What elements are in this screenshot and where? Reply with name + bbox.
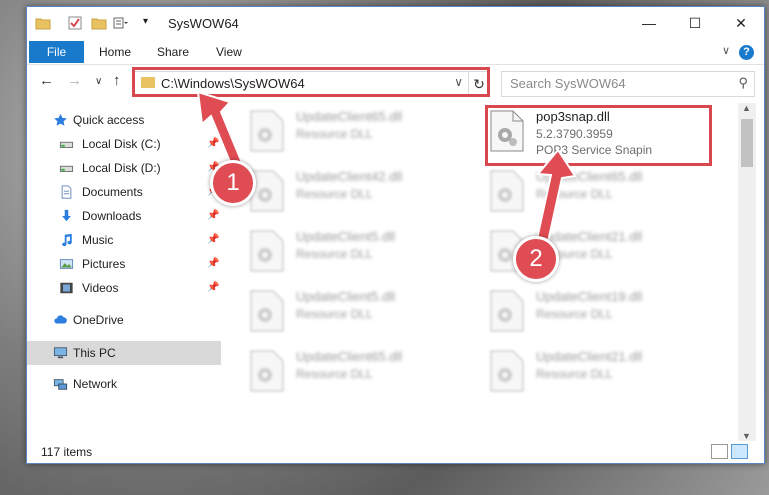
annotation-arrows xyxy=(196,90,577,244)
step-2-badge: 2 xyxy=(513,236,559,282)
arrow-2 xyxy=(535,148,577,244)
step-1-badge: 1 xyxy=(210,160,256,206)
